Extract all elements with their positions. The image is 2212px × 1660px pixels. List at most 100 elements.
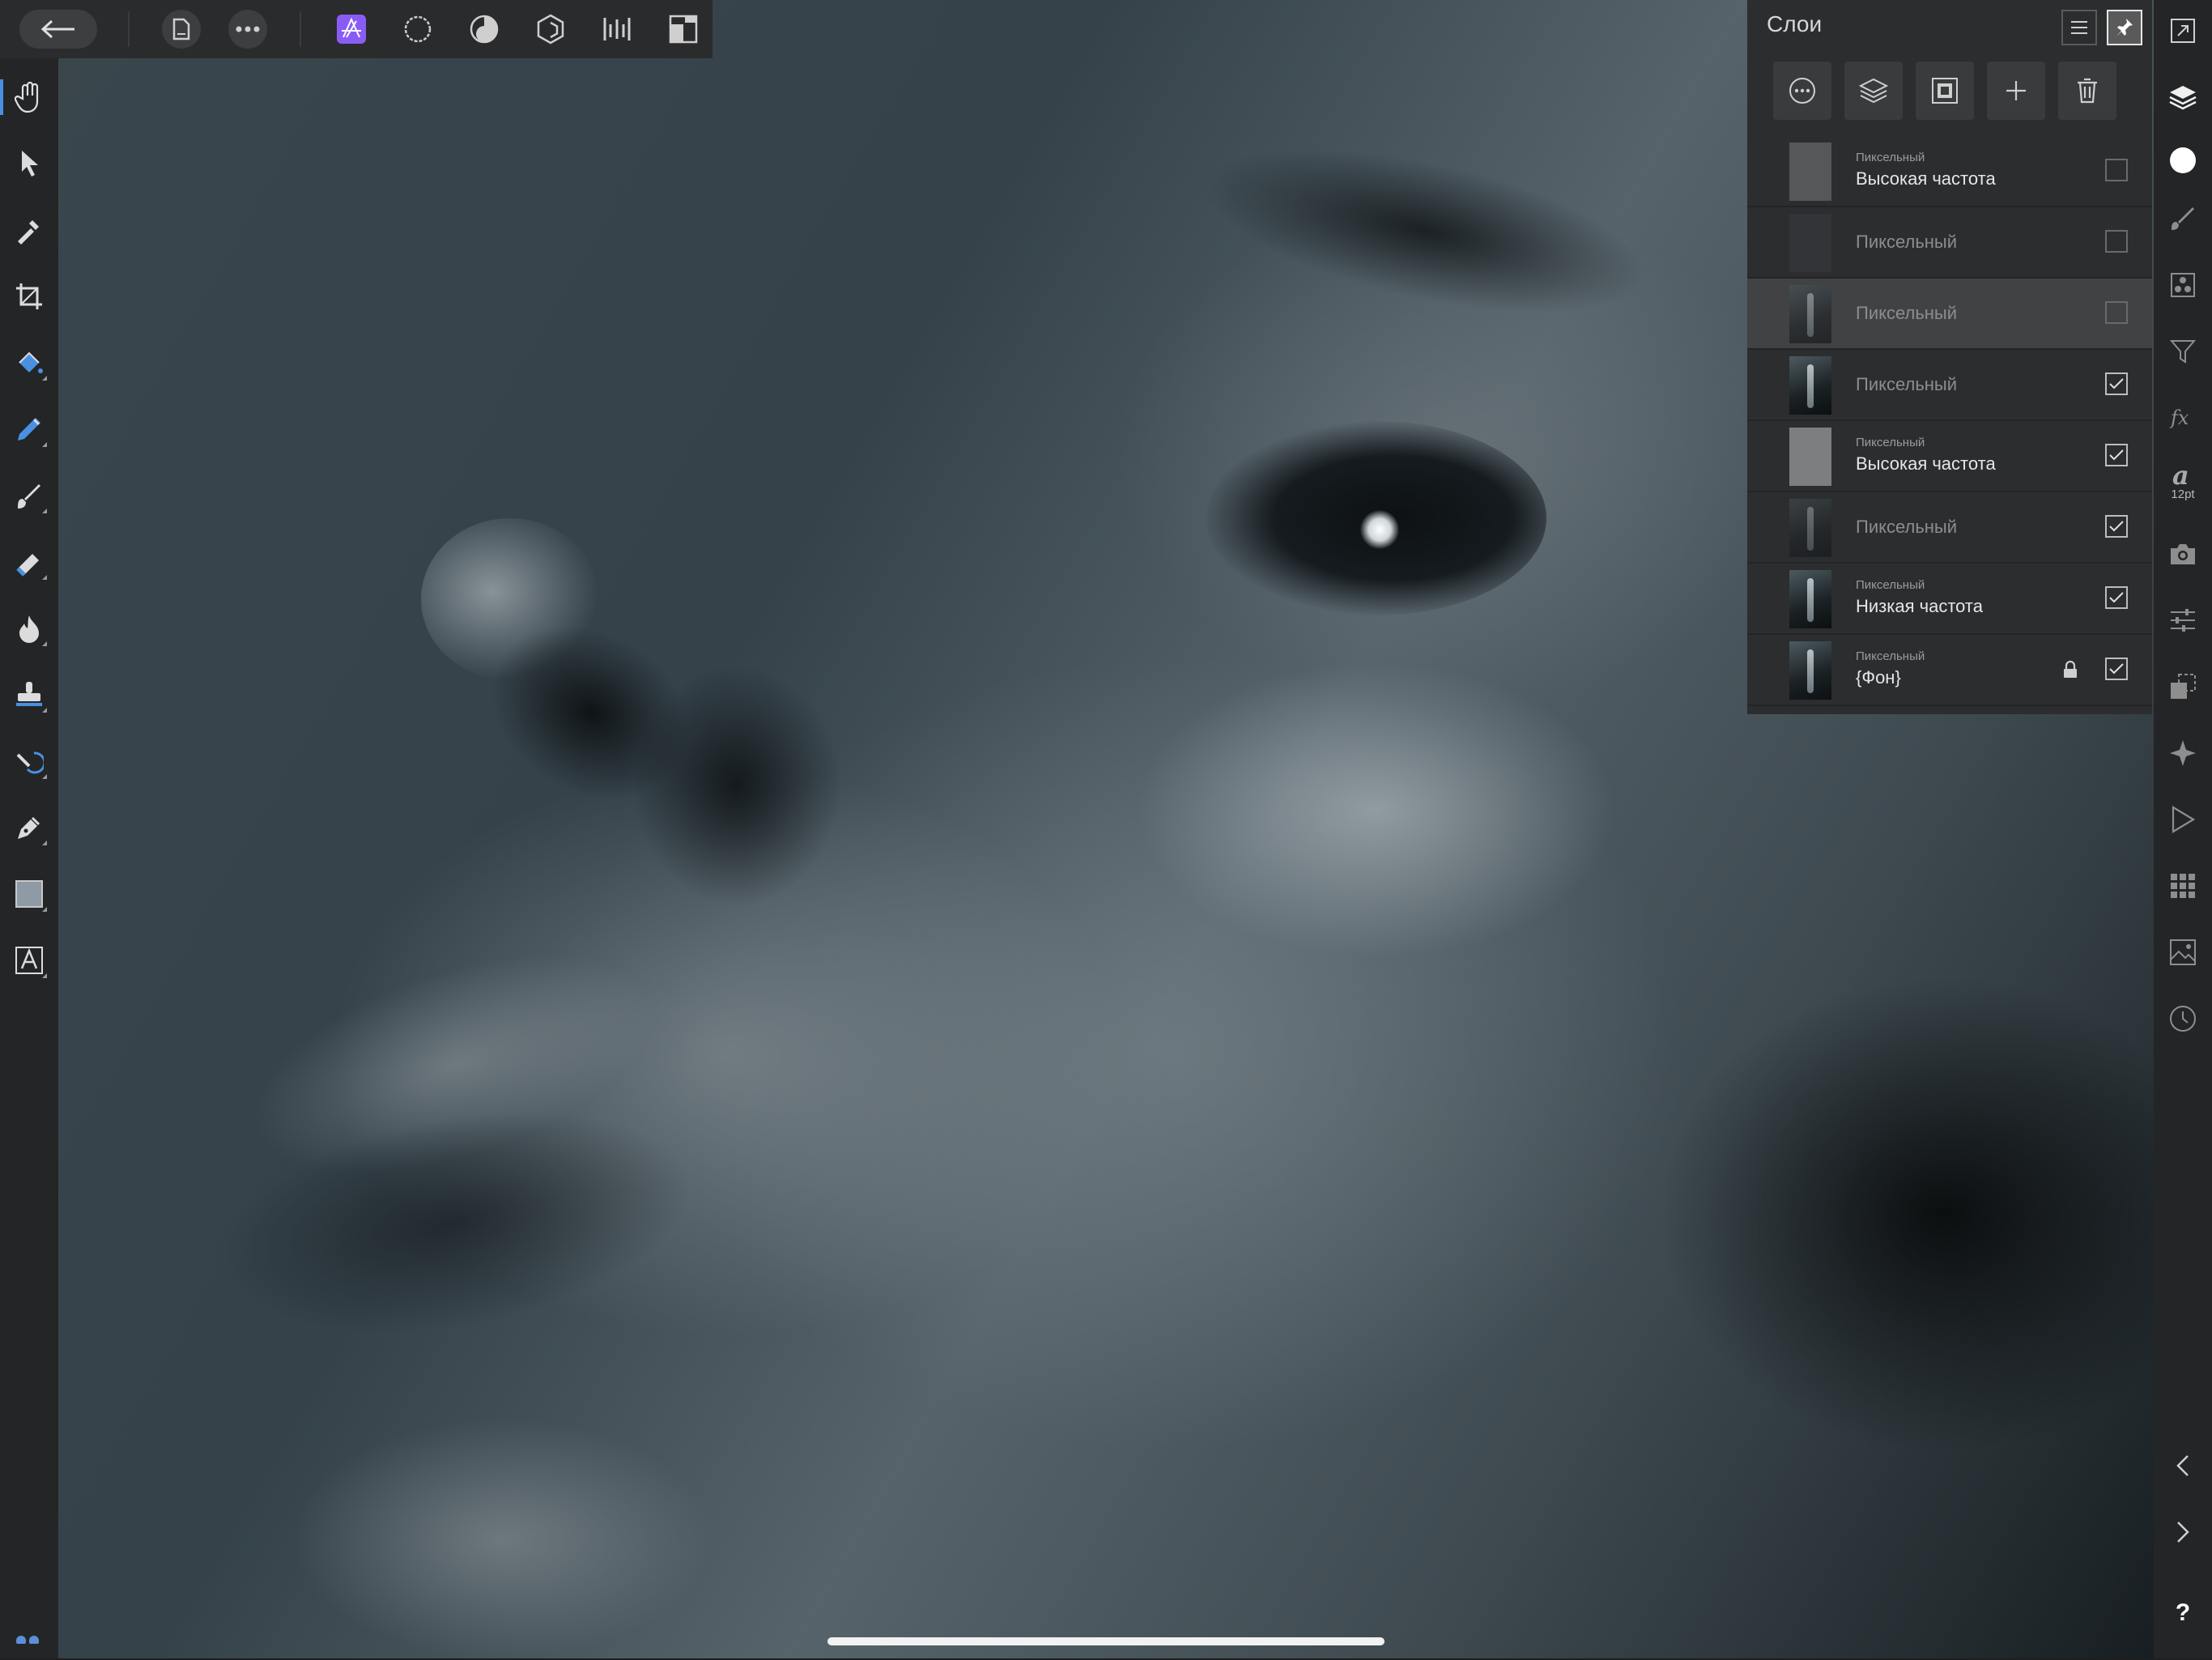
- erase-brush-tool[interactable]: [8, 541, 50, 583]
- layer-visibility-checkbox[interactable]: [2105, 658, 2128, 680]
- dodge-burn-tool[interactable]: [8, 607, 50, 649]
- navigator-compass-button[interactable]: [2162, 732, 2204, 774]
- camera-icon: [2171, 544, 2195, 564]
- studio-panel-bar: fx a 12pt ?: [2154, 0, 2212, 1658]
- layer-row[interactable]: Пиксельный: [1747, 350, 2152, 421]
- tool-group-indicator: [42, 509, 47, 513]
- layer-visibility-checkbox[interactable]: [2105, 372, 2128, 395]
- macro-studio-button[interactable]: [2162, 798, 2204, 841]
- collapse-left-button[interactable]: [2162, 1445, 2204, 1487]
- layers-panel: Слои Пиксельный Высокая частота Пиксельн…: [1747, 0, 2152, 714]
- layer-visibility-checkbox[interactable]: [2105, 301, 2128, 324]
- photo-persona-button[interactable]: [330, 8, 372, 50]
- channels-studio-button[interactable]: [2162, 264, 2204, 306]
- dodge-burn-tool-icon: [19, 615, 39, 643]
- document-menu-button[interactable]: [162, 10, 201, 49]
- crop-tool[interactable]: [8, 275, 50, 317]
- layers-studio-icon: [2169, 86, 2197, 110]
- layer-visibility-checkbox[interactable]: [2105, 159, 2128, 181]
- rectangle-tool[interactable]: [8, 873, 50, 915]
- layer-visibility-checkbox[interactable]: [2105, 230, 2128, 253]
- layer-row-selected[interactable]: Пиксельный: [1747, 279, 2152, 350]
- tone-mapping-persona-icon: [537, 14, 564, 45]
- layer-type-label: Пиксельный: [1856, 151, 1925, 164]
- more-button[interactable]: [228, 10, 267, 49]
- assistant-indicator-icon[interactable]: [16, 1636, 39, 1644]
- layer-row[interactable]: Пиксельный: [1747, 207, 2152, 279]
- toolbar-divider: [300, 11, 301, 47]
- layer-visibility-checkbox[interactable]: [2105, 444, 2128, 466]
- selection-brush-tool[interactable]: [8, 408, 50, 450]
- pin-panel-button[interactable]: [2107, 10, 2142, 45]
- brush-icon: [2172, 207, 2194, 230]
- export-persona-button[interactable]: [596, 8, 638, 50]
- layer-name: Пиксельный: [1856, 374, 1958, 394]
- lock-icon[interactable]: [2063, 660, 2078, 683]
- layer-visibility-checkbox[interactable]: [2105, 515, 2128, 538]
- pin-icon: [2116, 19, 2133, 36]
- histogram-studio-button[interactable]: [2162, 931, 2204, 973]
- svg-text:a: a: [2172, 462, 2189, 489]
- mask-layer-button[interactable]: [1916, 62, 1974, 120]
- hand-tool[interactable]: [8, 76, 50, 118]
- tool-group-indicator: [42, 708, 47, 713]
- collapse-right-button[interactable]: [2162, 1511, 2204, 1553]
- stock-studio-button[interactable]: [2162, 533, 2204, 575]
- history-studio-button[interactable]: [2162, 998, 2204, 1040]
- layer-options-button[interactable]: [1773, 62, 1831, 120]
- compass-icon: [2170, 740, 2196, 766]
- colour-studio-button[interactable]: [2162, 139, 2204, 181]
- develop-persona-button[interactable]: [463, 8, 505, 50]
- tone-mapping-persona-button[interactable]: [530, 8, 572, 50]
- text-tool[interactable]: [8, 939, 50, 981]
- back-button[interactable]: [19, 10, 97, 49]
- navigator-studio-button[interactable]: [2162, 10, 2204, 52]
- add-layer-button[interactable]: [1987, 62, 2045, 120]
- layer-visibility-checkbox[interactable]: [2105, 586, 2128, 609]
- text-style-icon: a: [2172, 462, 2189, 489]
- colour-swatch-icon: [2170, 147, 2196, 173]
- tools-panel: [0, 58, 58, 1658]
- pen-tool[interactable]: [8, 807, 50, 849]
- layer-row[interactable]: Пиксельный Низкая частота: [1747, 564, 2152, 635]
- clock-icon: [2170, 1006, 2196, 1032]
- arrange-button[interactable]: [662, 8, 704, 50]
- adjustments-studio-button[interactable]: [2162, 599, 2204, 641]
- layers-stack-icon: [1859, 78, 1888, 104]
- home-indicator[interactable]: [827, 1637, 1385, 1645]
- liquify-persona-button[interactable]: [397, 8, 439, 50]
- layer-type-label: Пиксельный: [1856, 578, 1925, 592]
- layer-row[interactable]: Пиксельный: [1747, 492, 2152, 564]
- brushes-studio-button[interactable]: [2162, 198, 2204, 240]
- tool-group-indicator: [42, 907, 47, 912]
- clone-tool[interactable]: [8, 674, 50, 716]
- effects-studio-button[interactable]: fx: [2162, 397, 2204, 439]
- fx-icon: fx: [2169, 406, 2189, 429]
- layer-row[interactable]: Пиксельный Высокая частота: [1747, 136, 2152, 207]
- transform-studio-button[interactable]: [2162, 666, 2204, 708]
- delete-layer-button[interactable]: [2058, 62, 2116, 120]
- help-button[interactable]: ?: [2162, 1592, 2204, 1634]
- inpainting-tool-icon: [16, 751, 44, 774]
- layer-stack-button[interactable]: [1844, 62, 1903, 120]
- text-tool-icon: [15, 947, 43, 974]
- selection-brush-tool-icon: [18, 418, 40, 441]
- inpainting-tool[interactable]: [8, 740, 50, 782]
- color-picker-tool[interactable]: [8, 209, 50, 251]
- layer-thumbnail: [1789, 499, 1831, 557]
- paint-brush-tool[interactable]: [8, 475, 50, 517]
- swatches-grid-button[interactable]: [2162, 865, 2204, 907]
- layers-studio-button[interactable]: [2162, 76, 2204, 118]
- layer-row[interactable]: Пиксельный Высокая частота: [1747, 421, 2152, 492]
- flood-fill-tool[interactable]: [8, 342, 50, 384]
- move-tool[interactable]: [8, 143, 50, 185]
- layer-name: Пиксельный: [1856, 303, 1958, 323]
- layer-row[interactable]: Пиксельный {Фон}: [1747, 635, 2152, 706]
- checkmark-icon: [2109, 378, 2124, 389]
- text-styles-studio-button[interactable]: a 12pt: [2162, 460, 2204, 502]
- checkmark-icon: [2109, 521, 2124, 532]
- filters-studio-button[interactable]: [2162, 330, 2204, 372]
- photo-chin: [291, 1417, 713, 1660]
- panel-menu-button[interactable]: [2061, 10, 2097, 45]
- layers-action-bar: [1747, 57, 2152, 128]
